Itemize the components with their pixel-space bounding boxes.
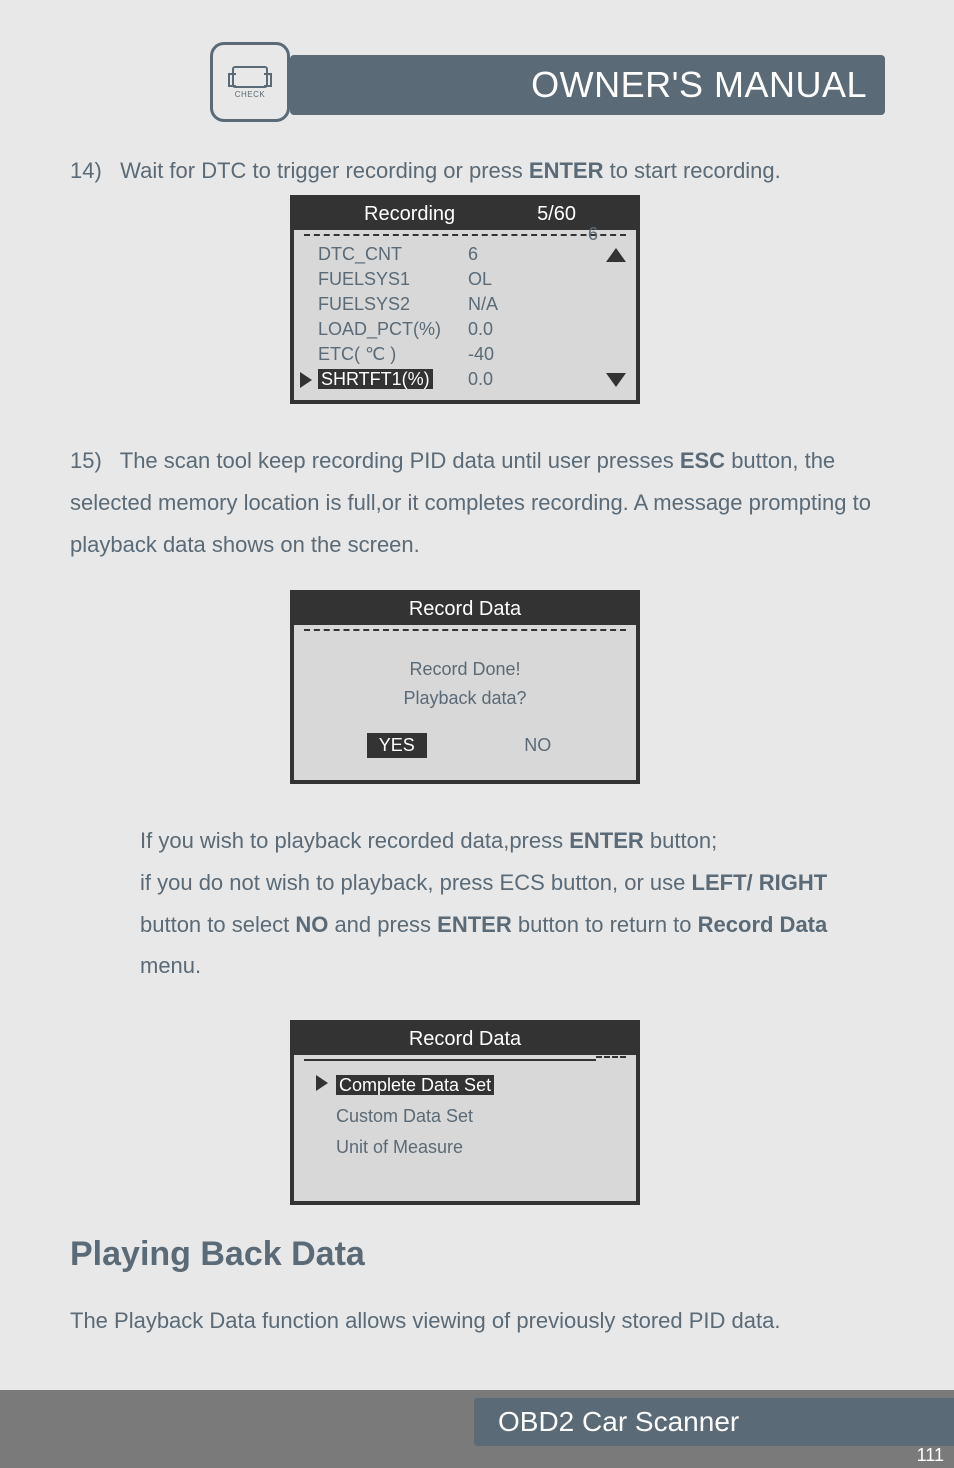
pid-label: LOAD_PCT(%) xyxy=(318,319,468,340)
screen-recording: Recording 5/60 6 DTC_CNT 6 FUELSYS1 OL F… xyxy=(290,195,640,404)
screen-record-done-titlebar: Record Data xyxy=(294,594,636,625)
step-15-num: 15) xyxy=(70,448,102,473)
table-row: SHRTFT1(%) 0.0 xyxy=(294,367,636,392)
scroll-down-icon xyxy=(606,373,626,387)
playback-instructions: If you wish to playback recorded data,pr… xyxy=(140,820,885,987)
table-row: FUELSYS2 N/A xyxy=(294,292,636,317)
pid-label: FUELSYS2 xyxy=(318,294,468,315)
menu-item-label: Custom Data Set xyxy=(336,1106,473,1126)
screen-record-done: Record Data Record Done! Playback data? … xyxy=(290,590,640,784)
page: OWNER'S MANUAL CHECK 14) Wait for DTC to… xyxy=(0,0,954,1468)
pid-value: -40 xyxy=(468,344,494,365)
screen-recording-titlebar: Recording 5/60 xyxy=(294,199,636,230)
logo-text: CHECK xyxy=(235,90,266,99)
table-row: ETC( ℃ ) -40 xyxy=(294,342,636,367)
pid-label: SHRTFT1(%) xyxy=(318,369,433,389)
pid-value: 0.0 xyxy=(468,369,493,390)
table-row: LOAD_PCT(%) 0.0 xyxy=(294,317,636,342)
pid-value: 0.0 xyxy=(468,319,493,340)
step-14-num: 14) xyxy=(70,158,102,183)
record-done-msg1: Record Done! xyxy=(294,655,636,684)
step-14-text-after: to start recording. xyxy=(603,158,780,183)
menu-item: Unit of Measure xyxy=(318,1133,612,1162)
scroll-up-icon xyxy=(606,248,626,262)
step-14: 14) Wait for DTC to trigger recording or… xyxy=(70,150,885,192)
record-done-msg2: Playback data? xyxy=(294,684,636,713)
engine-icon xyxy=(232,66,268,88)
cursor-icon xyxy=(316,1075,328,1091)
step-15: 15) The scan tool keep recording PID dat… xyxy=(70,440,885,565)
section-heading: Playing Back Data xyxy=(70,1235,365,1274)
table-row: DTC_CNT 6 xyxy=(294,242,636,267)
no-option: NO xyxy=(512,733,563,758)
step-15-bold1: ESC xyxy=(680,448,725,473)
footer-badge: OBD2 Car Scanner xyxy=(474,1398,954,1446)
yes-option: YES xyxy=(367,733,427,758)
screen-recording-title: Recording xyxy=(304,203,455,226)
pid-label: FUELSYS1 xyxy=(318,269,468,290)
menu-item-label: Unit of Measure xyxy=(336,1137,463,1157)
header-title: OWNER'S MANUAL xyxy=(531,64,867,106)
menu-item-label: Complete Data Set xyxy=(336,1075,494,1095)
header-bar: OWNER'S MANUAL xyxy=(290,55,885,115)
screen-record-done-title: Record Data xyxy=(409,598,521,621)
table-row: FUELSYS1 OL xyxy=(294,267,636,292)
screen-record-data-title: Record Data xyxy=(409,1028,521,1051)
step-14-bold: ENTER xyxy=(529,158,604,183)
cursor-icon xyxy=(300,372,312,388)
screen-record-data-menu: Record Data Complete Data Set Custom Dat… xyxy=(290,1020,640,1205)
logo-icon: CHECK xyxy=(210,42,290,122)
pid-value: OL xyxy=(468,269,492,290)
step-15-text1: The scan tool keep recording PID data un… xyxy=(120,448,680,473)
menu-item: Complete Data Set xyxy=(318,1071,612,1100)
footer-bar: OBD2 Car Scanner 111 xyxy=(0,1390,954,1468)
pid-value: N/A xyxy=(468,294,498,315)
pid-value: 6 xyxy=(468,244,478,265)
footer-text: OBD2 Car Scanner xyxy=(498,1406,739,1438)
screen-record-data-titlebar: Record Data xyxy=(294,1024,636,1055)
menu-item: Custom Data Set xyxy=(318,1102,612,1131)
playback-description: The Playback Data function allows viewin… xyxy=(70,1300,885,1342)
pid-label: ETC( ℃ ) xyxy=(318,344,468,365)
step-14-text-before: Wait for DTC to trigger recording or pre… xyxy=(120,158,529,183)
screen-recording-counter: 5/60 xyxy=(537,203,626,226)
pid-label: DTC_CNT xyxy=(318,244,468,265)
page-number: 111 xyxy=(917,1445,944,1466)
